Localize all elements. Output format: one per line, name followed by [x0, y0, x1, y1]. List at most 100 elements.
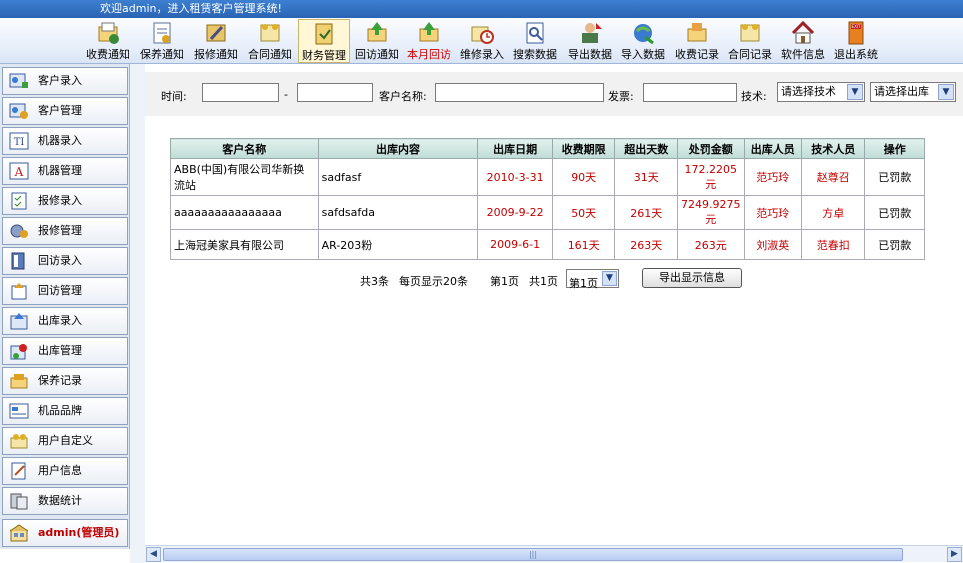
home-icon: [791, 20, 815, 44]
outbound-content-cell: sadfasf: [317, 158, 479, 196]
outbound-content-cell: AR-203粉: [317, 229, 479, 260]
sidebar-item-customer-add[interactable]: 客户录入: [2, 67, 128, 95]
chevron-down-icon: ▼: [602, 271, 617, 286]
sidebar-item-custom[interactable]: 用户自定义: [2, 427, 128, 455]
column-header: 操作: [864, 138, 925, 159]
outbound-select[interactable]: 请选择出库 ▼: [870, 82, 956, 102]
sidebar-item-repair-manage[interactable]: 报修管理: [2, 217, 128, 245]
toolbar-exit[interactable]: EXIT 退出系统: [831, 19, 881, 63]
action-cell[interactable]: 已罚款: [864, 229, 925, 260]
column-header: 出库人员: [743, 138, 803, 159]
month-callback-icon: [419, 22, 439, 42]
sidebar-item-callback-manage[interactable]: 回访管理: [2, 277, 128, 305]
machine-add-icon: TI: [9, 132, 29, 150]
table-row[interactable]: 上海冠美家具有限公司 AR-203粉 2009-6-1 161天 263天 26…: [170, 229, 925, 260]
customer-add-icon: [9, 73, 28, 88]
toolbar-month-callback[interactable]: 本月回访: [405, 19, 453, 63]
start-date-input[interactable]: [202, 83, 279, 102]
sidebar-item-repair-add[interactable]: 报修录入: [2, 187, 128, 215]
svg-text:TI: TI: [14, 137, 25, 148]
total-count: 共3条: [360, 275, 389, 288]
sidebar-item-statistics[interactable]: 数据统计: [2, 487, 128, 515]
sidebar-item-outbound-manage[interactable]: 出库管理: [2, 337, 128, 365]
customer-name-cell: aaaaaaaaaaaaaaaa: [170, 195, 319, 230]
date-separator: -: [284, 88, 288, 101]
toolbar-maintenance-notice[interactable]: 保养通知: [137, 19, 187, 63]
toolbar-import-data[interactable]: 导入数据: [618, 19, 668, 63]
overdue-days-cell: 31天: [614, 158, 679, 196]
contract-record-icon: [740, 24, 760, 42]
scroll-left-icon[interactable]: ◀: [146, 547, 161, 562]
tech-select-value: 请选择技术: [781, 85, 836, 98]
export-display-button[interactable]: 导出显示信息: [642, 268, 742, 288]
column-header: 处罚金额: [677, 138, 745, 159]
sidebar-item-machine-add[interactable]: TI 机器录入: [2, 127, 128, 155]
pagination: 共3条 每页显示20条 第1页 共1页 第1页 ▼ 导出显示信息: [145, 268, 963, 292]
toolbar-callback-notice[interactable]: 回访通知: [353, 19, 401, 63]
penalty-amount-cell: 7249.9275元: [677, 195, 745, 230]
sidebar-item-maintenance-record[interactable]: 保养记录: [2, 367, 128, 395]
sidebar-item-brand[interactable]: 机品品牌: [2, 397, 128, 425]
overdue-days-cell: 261天: [614, 195, 679, 230]
maintenance-notice-icon: [153, 22, 171, 44]
chevron-down-icon: ▼: [938, 84, 954, 100]
toolbar-finance[interactable]: 财务管理: [298, 19, 350, 63]
fee-notice-icon: [98, 22, 119, 44]
tech-staff-cell: 赵尊召: [801, 158, 866, 196]
toolbar-fee-record[interactable]: 收费记录: [672, 19, 722, 63]
table-row[interactable]: ABB(中国)有限公司华新换流站 sadfasf 2010-3-31 90天 3…: [170, 158, 925, 196]
toolbar-fee-notice[interactable]: 收费通知: [84, 19, 132, 63]
invoice-input[interactable]: [643, 83, 737, 102]
tech-staff-cell: 方卓: [801, 195, 866, 230]
column-header: 收费期限: [551, 138, 616, 159]
outbound-select-value: 请选择出库: [874, 85, 929, 98]
scrollbar-thumb[interactable]: |||: [163, 548, 903, 561]
import-data-icon: [634, 24, 654, 45]
horizontal-scrollbar[interactable]: ◀ ||| ▶: [145, 545, 963, 562]
main-content: 时间: - 客户名称: 发票: 技术: 请选择技术 ▼ 请选择出库 ▼ 客户名称…: [145, 64, 963, 548]
table-header-row: 客户名称 出库内容 出库日期 收费期限 超出天数 处罚金额 出库人员 技术人员 …: [170, 138, 925, 159]
exit-icon: EXIT: [848, 21, 864, 45]
toolbar-export-data[interactable]: 导出数据: [565, 19, 615, 63]
overdue-days-cell: 263天: [614, 229, 679, 260]
penalty-amount-cell: 172.2205元: [677, 158, 745, 196]
customer-name-cell: ABB(中国)有限公司华新换流站: [170, 158, 319, 196]
sidebar: 客户录入 客户管理 TI 机器录入 A 机器管理 报修录入 报修管理 回访录入 回访…: [0, 64, 130, 549]
outbound-staff-cell: 范巧玲: [743, 195, 803, 230]
toolbar-search-data[interactable]: 搜索数据: [510, 19, 560, 63]
repair-manage-icon: [10, 224, 28, 238]
action-cell[interactable]: 已罚款: [864, 158, 925, 196]
toolbar-contract-record[interactable]: 合同记录: [725, 19, 775, 63]
fee-record-icon: [687, 23, 707, 42]
total-pages-text: 共1页: [529, 275, 558, 288]
action-cell[interactable]: 已罚款: [864, 195, 925, 230]
column-header: 技术人员: [801, 138, 866, 159]
tech-select[interactable]: 请选择技术 ▼: [777, 82, 865, 102]
customer-name-label: 客户名称:: [379, 90, 427, 103]
sidebar-item-callback-add[interactable]: 回访录入: [2, 247, 128, 275]
sidebar-divider: [130, 64, 145, 563]
sidebar-item-admin[interactable]: admin(管理员): [2, 519, 128, 547]
table-row[interactable]: aaaaaaaaaaaaaaaa safdsafda 2009-9-22 50天…: [170, 195, 925, 230]
toolbar-repair-notice[interactable]: 报修通知: [191, 19, 241, 63]
sidebar-item-machine-manage[interactable]: A 机器管理: [2, 157, 128, 185]
repair-add-icon: [11, 192, 27, 210]
welcome-text: 欢迎admin，进入租赁客户管理系统!: [100, 2, 282, 15]
svg-text:EXIT: EXIT: [852, 24, 861, 29]
customer-name-input[interactable]: [435, 83, 604, 102]
chevron-down-icon: ▼: [847, 84, 863, 100]
filter-bar: 时间: - 客户名称: 发票: 技术: 请选择技术 ▼ 请选择出库 ▼: [145, 72, 963, 116]
sidebar-item-outbound-add[interactable]: 出库录入: [2, 307, 128, 335]
fee-period-cell: 161天: [551, 229, 616, 260]
statistics-icon: [10, 493, 28, 510]
sidebar-item-customer-manage[interactable]: 客户管理: [2, 97, 128, 125]
scroll-right-icon[interactable]: ▶: [947, 547, 962, 562]
sidebar-item-user-info[interactable]: 用户信息: [2, 457, 128, 485]
finance-icon: [315, 23, 333, 45]
toolbar-contract-notice[interactable]: 合同通知: [245, 19, 295, 63]
page-select[interactable]: 第1页 ▼: [566, 269, 619, 290]
end-date-input[interactable]: [297, 83, 373, 102]
toolbar-repair-entry[interactable]: 维修录入: [457, 19, 507, 63]
toolbar-software-info[interactable]: 软件信息: [778, 19, 828, 63]
repair-notice-icon: [206, 24, 226, 42]
